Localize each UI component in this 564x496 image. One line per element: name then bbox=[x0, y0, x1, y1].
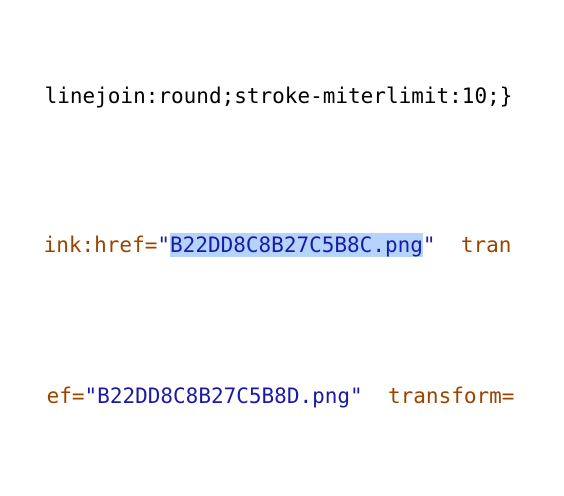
selected-attribute-value[interactable]: B22DD8C8B27C5B8C.png bbox=[170, 233, 423, 257]
attribute-name: tran bbox=[460, 233, 512, 257]
style-text: linejoin:round;stroke-miterlimit:10;} bbox=[44, 84, 513, 108]
attribute-name: ink:href= bbox=[43, 233, 158, 257]
attribute-name: ef= bbox=[46, 384, 85, 408]
attribute-quote: " bbox=[422, 233, 436, 257]
attribute-value[interactable]: B22DD8C8B27C5B8D.png bbox=[97, 384, 350, 408]
attribute-name: transform= bbox=[388, 384, 515, 408]
attribute-quote: " bbox=[157, 233, 171, 257]
code-line-image-2: ef="B22DD8C8B27C5B8D.png" transform= bbox=[0, 351, 515, 408]
source-code-view[interactable]: linejoin:round;stroke-miterlimit:10;} in… bbox=[0, 0, 564, 496]
code-line-style: linejoin:round;stroke-miterlimit:10;} bbox=[0, 51, 513, 108]
attribute-quote: " bbox=[84, 384, 98, 408]
code-line-image-1: ink:href="B22DD8C8B27C5B8C.png" tran bbox=[0, 200, 511, 257]
attribute-quote: " bbox=[350, 384, 363, 408]
